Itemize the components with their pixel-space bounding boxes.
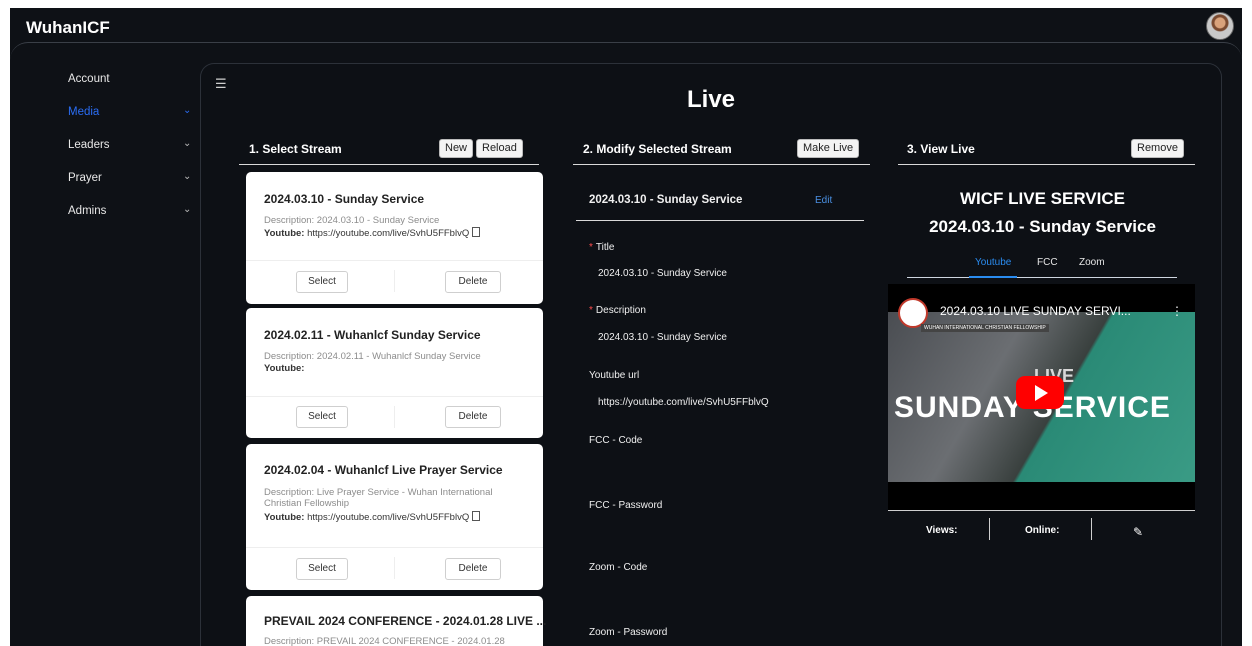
title-field[interactable]: 2024.03.10 - Sunday Service bbox=[598, 268, 727, 279]
stream-card-description: Description: Live Prayer Service - Wuhan… bbox=[264, 487, 493, 509]
tabs-underline bbox=[907, 277, 1177, 278]
play-icon[interactable] bbox=[1016, 376, 1064, 409]
divider bbox=[239, 164, 539, 165]
make-live-button[interactable]: Make Live bbox=[797, 139, 860, 158]
video-channel: WUHAN INTERNATIONAL CHRISTIAN FELLOWSHIP bbox=[921, 324, 1049, 332]
description-field[interactable]: 2024.03.10 - Sunday Service bbox=[598, 332, 727, 343]
stat-divider bbox=[1091, 518, 1092, 540]
main-panel: ☰ Live 1. Select Stream New Reload 2024.… bbox=[200, 63, 1222, 646]
page-title: Live bbox=[686, 86, 736, 113]
zoom-code-field[interactable] bbox=[598, 587, 828, 601]
description-label: * Description bbox=[589, 305, 646, 316]
delete-button[interactable]: Delete bbox=[445, 558, 501, 580]
fcc-password-label: FCC - Password bbox=[589, 500, 663, 511]
card-divider bbox=[246, 260, 543, 261]
youtube-label: Youtube: bbox=[264, 228, 305, 239]
youtube-label: Youtube: bbox=[264, 363, 305, 374]
description-label-text: Description bbox=[595, 305, 646, 316]
required-marker: * bbox=[589, 305, 593, 316]
select-button[interactable]: Select bbox=[296, 271, 348, 293]
sidebar-item-leaders[interactable]: Leaders bbox=[68, 139, 110, 151]
stream-card[interactable]: 2024.03.10 - Sunday Service Description:… bbox=[246, 172, 543, 304]
card-divider bbox=[394, 406, 395, 428]
title-label-text: Title bbox=[595, 242, 615, 253]
views-label: Views: bbox=[926, 525, 958, 536]
card-divider bbox=[394, 557, 395, 579]
required-marker: * bbox=[589, 242, 593, 253]
stream-card-title: 2024.02.11 - Wuhanlcf Sunday Service bbox=[264, 328, 481, 342]
youtube-url: https://youtube.com/live/SvhU5FFblvQ bbox=[307, 512, 470, 523]
app-window: WuhanICF Account Media ⌄ Leaders ⌄ Praye… bbox=[10, 8, 1242, 646]
card-divider bbox=[246, 547, 543, 548]
view-live-heading: 3. View Live bbox=[907, 142, 975, 156]
copy-icon[interactable] bbox=[472, 511, 481, 521]
sidebar-item-media[interactable]: Media bbox=[68, 106, 99, 118]
modify-stream-heading: 2. Modify Selected Stream bbox=[583, 142, 732, 156]
chevron-down-icon[interactable]: ⌄ bbox=[183, 105, 191, 116]
card-divider bbox=[246, 396, 543, 397]
youtube-url: https://youtube.com/live/SvhU5FFblvQ bbox=[307, 228, 470, 239]
stream-card-description: Description: 2024.02.11 - Wuhanlcf Sunda… bbox=[264, 351, 481, 362]
divider bbox=[888, 510, 1195, 511]
youtube-label: Youtube: bbox=[264, 512, 305, 523]
new-stream-button[interactable]: New bbox=[439, 139, 474, 158]
fcc-password-field[interactable] bbox=[598, 525, 828, 539]
sidebar-item-prayer[interactable]: Prayer bbox=[68, 172, 102, 184]
select-button[interactable]: Select bbox=[296, 558, 348, 580]
chevron-down-icon[interactable]: ⌄ bbox=[183, 171, 191, 182]
selected-stream-title: 2024.03.10 - Sunday Service bbox=[589, 194, 743, 206]
stream-card-title: 2024.03.10 - Sunday Service bbox=[264, 192, 425, 206]
video-title[interactable]: 2024.03.10 LIVE SUNDAY SERVI... bbox=[940, 304, 1131, 318]
divider bbox=[573, 164, 870, 165]
stream-card[interactable]: 2024.02.11 - Wuhanlcf Sunday Service Des… bbox=[246, 308, 543, 438]
reload-button[interactable]: Reload bbox=[476, 139, 523, 158]
top-bar: WuhanICF bbox=[10, 8, 1242, 46]
edit-link[interactable]: Edit bbox=[815, 195, 832, 206]
tab-youtube[interactable]: Youtube bbox=[975, 257, 1011, 268]
select-stream-heading: 1. Select Stream bbox=[249, 142, 342, 156]
zoom-password-label: Zoom - Password bbox=[589, 627, 668, 638]
modify-stream-panel: 2024.03.10 - Sunday Service Edit * Title … bbox=[546, 172, 864, 646]
stream-card[interactable]: 2024.02.04 - Wuhanlcf Live Prayer Servic… bbox=[246, 444, 543, 590]
divider bbox=[898, 164, 1195, 165]
fcc-code-label: FCC - Code bbox=[589, 435, 643, 446]
youtube-video-player[interactable]: 2024.03.10 LIVE SUNDAY SERVI... WUHAN IN… bbox=[888, 284, 1195, 510]
sidebar-item-admins[interactable]: Admins bbox=[68, 205, 106, 217]
stream-card-youtube: Youtube: https://youtube.com/live/SvhU5F… bbox=[264, 511, 481, 523]
zoom-code-label: Zoom - Code bbox=[589, 562, 648, 573]
service-subtitle: 2024.03.10 - Sunday Service bbox=[929, 217, 1156, 236]
service-title: WICF LIVE SERVICE bbox=[960, 189, 1125, 208]
tab-fcc[interactable]: FCC bbox=[1037, 257, 1058, 268]
chevron-down-icon[interactable]: ⌄ bbox=[183, 138, 191, 149]
select-button[interactable]: Select bbox=[296, 406, 348, 428]
active-tab-indicator bbox=[969, 276, 1017, 278]
online-label: Online: bbox=[1025, 525, 1060, 536]
more-options-icon[interactable]: ⋮ bbox=[1171, 304, 1183, 318]
delete-button[interactable]: Delete bbox=[445, 406, 501, 428]
youtube-url-label: Youtube url bbox=[589, 370, 640, 381]
stream-card-description: Description: PREVAIL 2024 CONFERENCE - 2… bbox=[264, 636, 505, 646]
chevron-down-icon[interactable]: ⌄ bbox=[183, 204, 191, 215]
card-divider bbox=[394, 270, 395, 292]
avatar[interactable] bbox=[1206, 12, 1234, 40]
fcc-code-field[interactable] bbox=[598, 460, 828, 474]
stream-card-title: PREVAIL 2024 CONFERENCE - 2024.01.28 LIV… bbox=[264, 614, 547, 628]
divider bbox=[576, 220, 864, 221]
stream-card-youtube: Youtube: bbox=[264, 363, 304, 374]
youtube-url-field[interactable]: https://youtube.com/live/SvhU5FFblvQ bbox=[598, 397, 769, 408]
delete-button[interactable]: Delete bbox=[445, 271, 501, 293]
stream-card[interactable]: PREVAIL 2024 CONFERENCE - 2024.01.28 LIV… bbox=[246, 596, 547, 646]
edit-icon[interactable]: ✎ bbox=[1133, 525, 1143, 539]
stream-card-description: Description: 2024.03.10 - Sunday Service bbox=[264, 215, 440, 226]
tab-zoom[interactable]: Zoom bbox=[1079, 257, 1105, 268]
app-brand[interactable]: WuhanICF bbox=[26, 18, 110, 38]
stream-card-title: 2024.02.04 - Wuhanlcf Live Prayer Servic… bbox=[264, 463, 503, 477]
remove-button[interactable]: Remove bbox=[1131, 139, 1184, 158]
copy-icon[interactable] bbox=[472, 227, 481, 237]
title-label: * Title bbox=[589, 242, 614, 253]
stat-divider bbox=[989, 518, 990, 540]
sidebar-item-account[interactable]: Account bbox=[68, 73, 110, 85]
stream-card-youtube: Youtube: https://youtube.com/live/SvhU5F… bbox=[264, 227, 481, 239]
